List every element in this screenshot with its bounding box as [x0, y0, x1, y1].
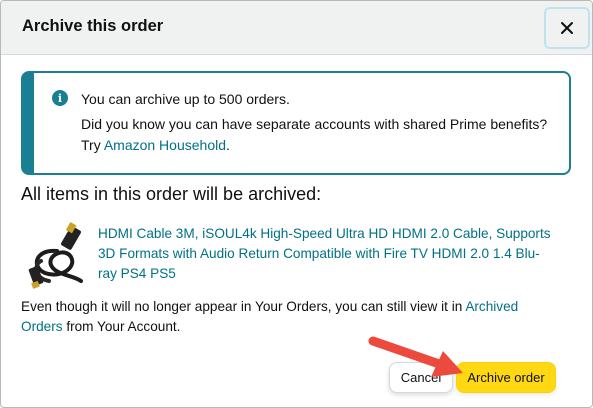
archive-limit-text: You can archive up to 500 orders. — [81, 91, 290, 107]
note-text: Even though it will no longer appear in … — [21, 299, 466, 314]
cancel-button[interactable]: Cancel — [389, 362, 453, 393]
info-alert: i You can archive up to 500 orders. Did … — [21, 71, 571, 175]
items-heading: All items in this order will be archived… — [21, 184, 322, 204]
product-title-line: ray PS4 PS5 — [98, 266, 176, 281]
close-icon — [561, 22, 573, 34]
archived-orders-link-cont[interactable]: Orders — [21, 319, 63, 334]
household-line: Try Amazon Household. — [81, 137, 230, 153]
dialog-header: Archive this order — [1, 1, 592, 55]
archive-note: Even though it will no longer appear in … — [21, 297, 581, 337]
product-title-line: HDMI Cable 3M, iSOUL4k High-Speed Ultra … — [98, 226, 551, 241]
archived-orders-link[interactable]: Archived — [465, 299, 518, 314]
household-prefix: Try — [81, 137, 104, 153]
note-text-end: from Your Account. — [62, 319, 181, 334]
household-suffix: . — [226, 137, 230, 153]
archive-order-dialog: Archive this order i You can archive up … — [0, 0, 593, 408]
amazon-household-link[interactable]: Amazon Household — [104, 137, 226, 153]
hdmi-cable-image[interactable] — [27, 221, 91, 289]
dialog-title: Archive this order — [22, 17, 164, 35]
archive-order-button[interactable]: Archive order — [456, 362, 556, 393]
prime-benefits-text: Did you know you can have separate accou… — [81, 116, 548, 132]
info-icon: i — [52, 90, 68, 106]
product-title-link[interactable]: HDMI Cable 3M, iSOUL4k High-Speed Ultra … — [98, 224, 578, 284]
close-button[interactable] — [544, 7, 590, 49]
product-title-line: 3D Formats with Audio Return Compatible … — [98, 246, 540, 261]
